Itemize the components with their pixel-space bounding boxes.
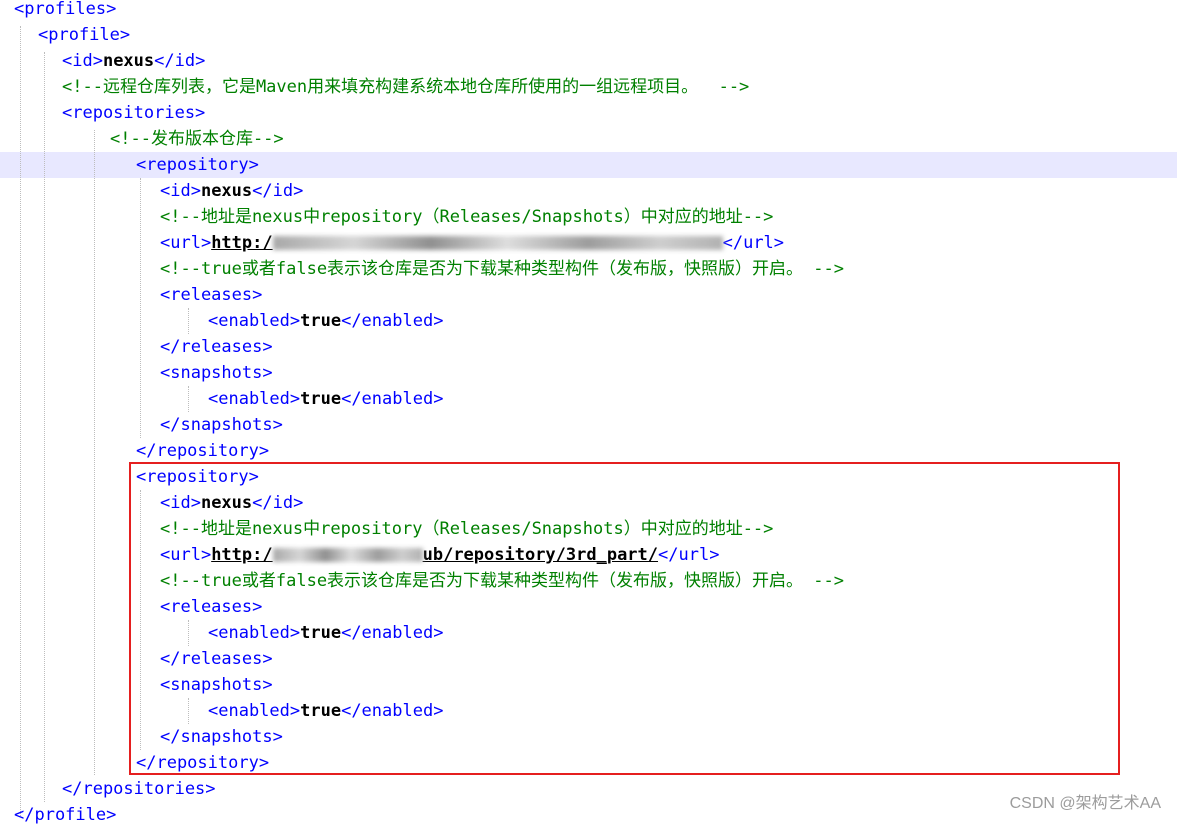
enabled-open-tag: <enabled> <box>208 389 301 409</box>
indent-guide <box>44 52 45 802</box>
code-line: </releases> <box>160 334 273 360</box>
enabled-value: true <box>300 389 342 409</box>
code-line: <enabled>true</enabled> <box>208 386 443 412</box>
indent-guide <box>94 130 95 775</box>
code-line: </snapshots> <box>160 412 283 438</box>
code-line: <id>nexus</id> <box>160 178 303 204</box>
profile-open-tag: <profile> <box>38 25 131 45</box>
comment-address: <!--地址是nexus中repository（Releases/Snapsho… <box>160 207 774 227</box>
indent-guide <box>140 178 141 438</box>
profiles-open-tag: <profiles> <box>14 0 117 19</box>
code-line: <enabled>true</enabled> <box>208 308 443 334</box>
code-line: </repository> <box>136 438 269 464</box>
enabled-close-tag: </enabled> <box>341 389 444 409</box>
enabled-open-tag: <enabled> <box>208 311 301 331</box>
releases-open-tag: <releases> <box>160 285 263 305</box>
csdn-watermark: CSDN @架构艺术AA <box>1009 795 1161 812</box>
xml-code-editor[interactable]: <profiles> <profile> <id>nexus</id> <!--… <box>0 0 1177 825</box>
id-close-tag: </id> <box>252 181 304 201</box>
repository-open-tag: <repository> <box>136 155 259 175</box>
id-value: nexus <box>102 51 155 71</box>
code-line: <id>nexus</id> <box>62 48 205 74</box>
indent-guide <box>188 308 189 334</box>
url-open-tag: <url> <box>160 233 212 253</box>
releases-close-tag: </releases> <box>160 337 273 357</box>
url-close-tag: </url> <box>722 233 785 253</box>
profile-close-tag: </profile> <box>14 805 117 825</box>
id-close-tag: </id> <box>154 51 206 71</box>
code-line: <!--远程仓库列表，它是Maven用来填充构建系统本地仓库所使用的一组远程项目… <box>62 74 749 100</box>
indent-guide <box>188 386 189 412</box>
code-line: <!--true或者false表示该仓库是否为下载某种类型构件（发布版，快照版）… <box>160 256 844 282</box>
enabled-value: true <box>300 311 342 331</box>
comment-enable-flag: <!--true或者false表示该仓库是否为下载某种类型构件（发布版，快照版）… <box>160 259 844 279</box>
code-line: <repositories> <box>62 100 205 126</box>
snapshots-open-tag: <snapshots> <box>160 363 273 383</box>
enabled-close-tag: </enabled> <box>341 311 444 331</box>
redacted-url-blur <box>272 236 723 250</box>
comment-remote-repos: <!--远程仓库列表，它是Maven用来填充构建系统本地仓库所使用的一组远程项目… <box>62 77 750 97</box>
indent-guide <box>20 26 21 816</box>
code-line: <url>http:/ </url> <box>160 230 784 256</box>
repositories-open-tag: <repositories> <box>62 103 206 123</box>
comment-release-repo: <!--发布版本仓库--> <box>110 129 284 149</box>
code-line: <!--地址是nexus中repository（Releases/Snapsho… <box>160 204 773 230</box>
code-line: <profiles> <box>14 0 116 22</box>
snapshots-close-tag: </snapshots> <box>160 415 283 435</box>
repository-close-tag: </repository> <box>136 441 270 461</box>
id-open-tag: <id> <box>62 51 103 71</box>
red-highlight-box <box>129 462 1120 775</box>
code-line: </repositories> <box>62 776 216 802</box>
url-value: http:/ <box>211 233 273 253</box>
id-open-tag: <id> <box>160 181 201 201</box>
code-line: <!--发布版本仓库--> <box>110 126 284 152</box>
repositories-close-tag: </repositories> <box>62 779 216 799</box>
code-line: <releases> <box>160 282 262 308</box>
code-line: </profile> <box>14 802 116 828</box>
id-value: nexus <box>200 181 253 201</box>
code-line: <snapshots> <box>160 360 273 386</box>
code-line: <repository> <box>136 152 259 178</box>
code-line: <profile> <box>38 22 130 48</box>
